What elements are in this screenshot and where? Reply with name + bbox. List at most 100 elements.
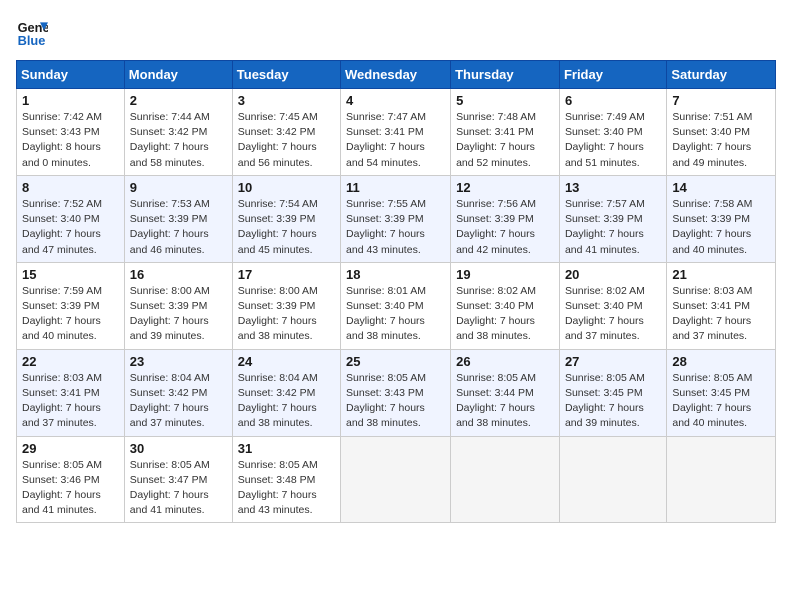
day-info: Sunrise: 8:02 AMSunset: 3:40 PMDaylight:…: [456, 284, 554, 345]
day-info: Sunrise: 7:59 AMSunset: 3:39 PMDaylight:…: [22, 284, 119, 345]
calendar-cell: 19 Sunrise: 8:02 AMSunset: 3:40 PMDayligh…: [451, 262, 560, 349]
day-info: Sunrise: 8:00 AMSunset: 3:39 PMDaylight:…: [238, 284, 335, 345]
day-info: Sunrise: 7:51 AMSunset: 3:40 PMDaylight:…: [672, 110, 770, 171]
day-number: 9: [130, 180, 227, 195]
day-info: Sunrise: 7:57 AMSunset: 3:39 PMDaylight:…: [565, 197, 661, 258]
day-info: Sunrise: 7:44 AMSunset: 3:42 PMDaylight:…: [130, 110, 227, 171]
day-info: Sunrise: 8:05 AMSunset: 3:46 PMDaylight:…: [22, 458, 119, 519]
calendar-cell: 2 Sunrise: 7:44 AMSunset: 3:42 PMDaylight…: [124, 89, 232, 176]
calendar-cell: [667, 436, 776, 523]
day-info: Sunrise: 7:47 AMSunset: 3:41 PMDaylight:…: [346, 110, 445, 171]
day-number: 20: [565, 267, 661, 282]
day-info: Sunrise: 7:48 AMSunset: 3:41 PMDaylight:…: [456, 110, 554, 171]
day-number: 1: [22, 93, 119, 108]
day-info: Sunrise: 7:49 AMSunset: 3:40 PMDaylight:…: [565, 110, 661, 171]
calendar-week-1: 1 Sunrise: 7:42 AMSunset: 3:43 PMDaylight…: [17, 89, 776, 176]
calendar-cell: 1 Sunrise: 7:42 AMSunset: 3:43 PMDaylight…: [17, 89, 125, 176]
day-header-monday: Monday: [124, 61, 232, 89]
svg-text:Blue: Blue: [18, 33, 46, 48]
day-info: Sunrise: 8:00 AMSunset: 3:39 PMDaylight:…: [130, 284, 227, 345]
day-info: Sunrise: 8:05 AMSunset: 3:47 PMDaylight:…: [130, 458, 227, 519]
calendar-cell: 20Sunrise: 8:02 AMSunset: 3:40 PMDayligh…: [559, 262, 666, 349]
calendar-cell: 8 Sunrise: 7:52 AMSunset: 3:40 PMDaylight…: [17, 175, 125, 262]
day-number: 27: [565, 354, 661, 369]
day-info: Sunrise: 7:55 AMSunset: 3:39 PMDaylight:…: [346, 197, 445, 258]
day-info: Sunrise: 8:05 AMSunset: 3:43 PMDaylight:…: [346, 371, 445, 432]
day-info: Sunrise: 8:05 AMSunset: 3:45 PMDaylight:…: [672, 371, 770, 432]
day-number: 16: [130, 267, 227, 282]
calendar-cell: [341, 436, 451, 523]
day-info: Sunrise: 7:52 AMSunset: 3:40 PMDaylight:…: [22, 197, 119, 258]
calendar-week-5: 29 Sunrise: 8:05 AMSunset: 3:46 PMDayligh…: [17, 436, 776, 523]
calendar-cell: 31 Sunrise: 8:05 AMSunset: 3:48 PMDayligh…: [232, 436, 340, 523]
calendar-cell: 7 Sunrise: 7:51 AMSunset: 3:40 PMDaylight…: [667, 89, 776, 176]
day-header-thursday: Thursday: [451, 61, 560, 89]
day-number: 13: [565, 180, 661, 195]
day-header-saturday: Saturday: [667, 61, 776, 89]
day-number: 10: [238, 180, 335, 195]
day-number: 11: [346, 180, 445, 195]
day-number: 30: [130, 441, 227, 456]
day-number: 25: [346, 354, 445, 369]
calendar-cell: 12Sunrise: 7:56 AMSunset: 3:39 PMDayligh…: [451, 175, 560, 262]
calendar-week-4: 22Sunrise: 8:03 AMSunset: 3:41 PMDayligh…: [17, 349, 776, 436]
day-number: 8: [22, 180, 119, 195]
page-header: General Blue: [16, 16, 776, 48]
calendar-cell: 26 Sunrise: 8:05 AMSunset: 3:44 PMDayligh…: [451, 349, 560, 436]
day-info: Sunrise: 8:05 AMSunset: 3:44 PMDaylight:…: [456, 371, 554, 432]
calendar-week-2: 8 Sunrise: 7:52 AMSunset: 3:40 PMDaylight…: [17, 175, 776, 262]
day-number: 18: [346, 267, 445, 282]
calendar-cell: 18 Sunrise: 8:01 AMSunset: 3:40 PMDayligh…: [341, 262, 451, 349]
day-number: 3: [238, 93, 335, 108]
calendar-cell: 9 Sunrise: 7:53 AMSunset: 3:39 PMDaylight…: [124, 175, 232, 262]
calendar-cell: 25 Sunrise: 8:05 AMSunset: 3:43 PMDayligh…: [341, 349, 451, 436]
day-info: Sunrise: 8:04 AMSunset: 3:42 PMDaylight:…: [130, 371, 227, 432]
calendar-cell: 14Sunrise: 7:58 AMSunset: 3:39 PMDayligh…: [667, 175, 776, 262]
day-number: 7: [672, 93, 770, 108]
day-number: 4: [346, 93, 445, 108]
calendar-cell: 28Sunrise: 8:05 AMSunset: 3:45 PMDayligh…: [667, 349, 776, 436]
calendar-cell: 5Sunrise: 7:48 AMSunset: 3:41 PMDaylight…: [451, 89, 560, 176]
day-number: 29: [22, 441, 119, 456]
calendar-header-row: SundayMondayTuesdayWednesdayThursdayFrid…: [17, 61, 776, 89]
calendar-cell: 27 Sunrise: 8:05 AMSunset: 3:45 PMDayligh…: [559, 349, 666, 436]
day-header-wednesday: Wednesday: [341, 61, 451, 89]
calendar-table: SundayMondayTuesdayWednesdayThursdayFrid…: [16, 60, 776, 523]
calendar-cell: 3 Sunrise: 7:45 AMSunset: 3:42 PMDaylight…: [232, 89, 340, 176]
day-number: 26: [456, 354, 554, 369]
day-number: 23: [130, 354, 227, 369]
calendar-cell: 13 Sunrise: 7:57 AMSunset: 3:39 PMDayligh…: [559, 175, 666, 262]
calendar-cell: 4 Sunrise: 7:47 AMSunset: 3:41 PMDaylight…: [341, 89, 451, 176]
day-info: Sunrise: 8:03 AMSunset: 3:41 PMDaylight:…: [672, 284, 770, 345]
calendar-cell: [451, 436, 560, 523]
day-number: 6: [565, 93, 661, 108]
calendar-cell: 23 Sunrise: 8:04 AMSunset: 3:42 PMDayligh…: [124, 349, 232, 436]
day-info: Sunrise: 8:01 AMSunset: 3:40 PMDaylight:…: [346, 284, 445, 345]
calendar-cell: 29 Sunrise: 8:05 AMSunset: 3:46 PMDayligh…: [17, 436, 125, 523]
calendar-cell: 15Sunrise: 7:59 AMSunset: 3:39 PMDayligh…: [17, 262, 125, 349]
day-number: 19: [456, 267, 554, 282]
day-number: 2: [130, 93, 227, 108]
day-number: 24: [238, 354, 335, 369]
day-info: Sunrise: 8:05 AMSunset: 3:48 PMDaylight:…: [238, 458, 335, 519]
day-header-sunday: Sunday: [17, 61, 125, 89]
calendar-cell: 6 Sunrise: 7:49 AMSunset: 3:40 PMDaylight…: [559, 89, 666, 176]
day-info: Sunrise: 7:42 AMSunset: 3:43 PMDaylight:…: [22, 110, 119, 171]
calendar-cell: 17Sunrise: 8:00 AMSunset: 3:39 PMDayligh…: [232, 262, 340, 349]
day-number: 21: [672, 267, 770, 282]
day-header-tuesday: Tuesday: [232, 61, 340, 89]
day-info: Sunrise: 8:04 AMSunset: 3:42 PMDaylight:…: [238, 371, 335, 432]
calendar-cell: 30 Sunrise: 8:05 AMSunset: 3:47 PMDayligh…: [124, 436, 232, 523]
calendar-cell: 24 Sunrise: 8:04 AMSunset: 3:42 PMDayligh…: [232, 349, 340, 436]
day-number: 31: [238, 441, 335, 456]
day-info: Sunrise: 7:54 AMSunset: 3:39 PMDaylight:…: [238, 197, 335, 258]
day-info: Sunrise: 7:45 AMSunset: 3:42 PMDaylight:…: [238, 110, 335, 171]
day-info: Sunrise: 8:05 AMSunset: 3:45 PMDaylight:…: [565, 371, 661, 432]
day-info: Sunrise: 7:53 AMSunset: 3:39 PMDaylight:…: [130, 197, 227, 258]
day-header-friday: Friday: [559, 61, 666, 89]
logo-icon: General Blue: [16, 16, 48, 48]
calendar-cell: 16 Sunrise: 8:00 AMSunset: 3:39 PMDayligh…: [124, 262, 232, 349]
calendar-cell: 11 Sunrise: 7:55 AMSunset: 3:39 PMDayligh…: [341, 175, 451, 262]
calendar-cell: 21 Sunrise: 8:03 AMSunset: 3:41 PMDayligh…: [667, 262, 776, 349]
calendar-cell: 22Sunrise: 8:03 AMSunset: 3:41 PMDayligh…: [17, 349, 125, 436]
